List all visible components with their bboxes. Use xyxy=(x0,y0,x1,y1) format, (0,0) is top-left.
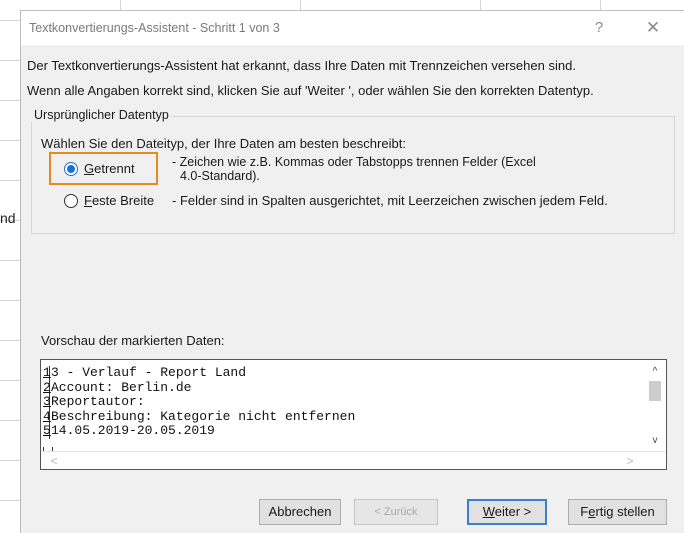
grid-line xyxy=(0,100,20,101)
button-label: rtig stellen xyxy=(595,504,655,519)
access-key: G xyxy=(84,161,95,176)
grid-line xyxy=(0,460,20,461)
grid-line xyxy=(480,0,481,10)
scroll-up-icon[interactable]: ^ xyxy=(644,363,666,381)
scroll-left-icon[interactable]: < xyxy=(45,452,63,470)
line-text: Reportautor: xyxy=(51,394,145,409)
grid-line xyxy=(0,300,20,301)
help-button[interactable]: ? xyxy=(589,18,609,38)
finish-button[interactable]: Fertig stellen xyxy=(568,499,667,525)
grid-line xyxy=(0,500,20,501)
title-bar: Textkonvertierungs-Assistent - Schritt 1… xyxy=(21,11,684,45)
access-key: W xyxy=(482,504,495,519)
line-text: Account: Berlin.de xyxy=(51,379,192,395)
cell-fragment: nd xyxy=(0,210,16,226)
line-text: 14.05.2019-20.05.2019 xyxy=(51,423,215,438)
access-key: F xyxy=(84,193,92,208)
grid-line xyxy=(0,340,20,341)
radio-label-fixed-width[interactable]: Feste Breite xyxy=(84,193,154,208)
grid-line xyxy=(0,420,20,421)
radio-selected-dot xyxy=(67,165,75,173)
scroll-down-icon[interactable]: v xyxy=(644,432,666,450)
preview-line: 3Reportautor: xyxy=(43,394,629,410)
preview-line: 4Beschreibung: Kategorie nicht entfernen xyxy=(43,408,629,424)
line-text: Beschreibung: Kategorie nicht entfernen xyxy=(51,408,356,424)
grid-line xyxy=(0,380,20,381)
intro-text-line1: Der Textkonvertierungs-Assistent hat erk… xyxy=(27,58,576,73)
line-number: 3 xyxy=(43,394,51,410)
close-button[interactable]: ✕ xyxy=(641,18,665,38)
vertical-scrollbar[interactable]: ^ v xyxy=(644,360,666,451)
grid-line xyxy=(120,0,121,10)
line-number: 2 xyxy=(43,379,51,395)
grid-line xyxy=(0,140,20,141)
preview-label: Vorschau der markierten Daten: xyxy=(41,333,225,348)
dialog-title: Textkonvertierungs-Assistent - Schritt 1… xyxy=(29,21,280,35)
line-text: 3 - Verlauf - Report Land xyxy=(51,365,247,380)
desc-line: 4.0-Standard). xyxy=(180,169,260,183)
grid-line xyxy=(0,260,20,261)
grid-line xyxy=(0,60,20,61)
line-number: 5 xyxy=(43,423,51,439)
label-text: etrennt xyxy=(94,161,135,176)
label-text: este Breite xyxy=(91,193,155,208)
radio-delimited[interactable] xyxy=(64,162,78,176)
back-button[interactable]: < Zurück xyxy=(354,499,438,525)
preview-line: 2Account: Berlin.de xyxy=(43,379,629,395)
grid-line xyxy=(300,0,301,10)
cancel-button[interactable]: Abbrechen xyxy=(259,499,341,525)
intro-text-line2: Wenn alle Angaben korrekt sind, klicken … xyxy=(27,83,594,98)
next-button[interactable]: Weiter > xyxy=(467,499,547,525)
text-import-wizard-dialog: Textkonvertierungs-Assistent - Schritt 1… xyxy=(20,10,684,533)
line-number: 1 xyxy=(43,365,51,381)
radio-label-delimited[interactable]: Getrennt xyxy=(84,161,135,176)
fixed-width-description: - Felder sind in Spalten ausgerichtet, m… xyxy=(172,193,608,208)
scroll-right-icon[interactable]: > xyxy=(621,452,639,470)
scroll-thumb[interactable] xyxy=(649,381,661,401)
preview-lines: 13 - Verlauf - Report Land 2Account: Ber… xyxy=(43,365,629,439)
delimited-description: - Zeichen wie z.B. Kommas oder Tabstopps… xyxy=(172,155,536,183)
button-label: eiter > xyxy=(494,504,532,519)
horizontal-scrollbar[interactable]: < > xyxy=(41,451,666,469)
group-legend: Ursprünglicher Datentyp xyxy=(31,108,172,122)
grid-line xyxy=(0,20,20,21)
desc-line: - Zeichen wie z.B. Kommas oder Tabstopps… xyxy=(172,155,536,169)
line-number: 4 xyxy=(43,408,51,424)
group-prompt: Wählen Sie den Dateityp, der Ihre Daten … xyxy=(41,136,406,151)
radio-fixed-width[interactable] xyxy=(64,194,78,208)
grid-line xyxy=(0,180,20,181)
preview-pane[interactable]: 13 - Verlauf - Report Land 2Account: Ber… xyxy=(40,359,667,470)
grid-line xyxy=(600,0,601,10)
preview-line: 13 - Verlauf - Report Land xyxy=(43,365,629,381)
preview-line: 514.05.2019-20.05.2019 xyxy=(43,423,629,439)
